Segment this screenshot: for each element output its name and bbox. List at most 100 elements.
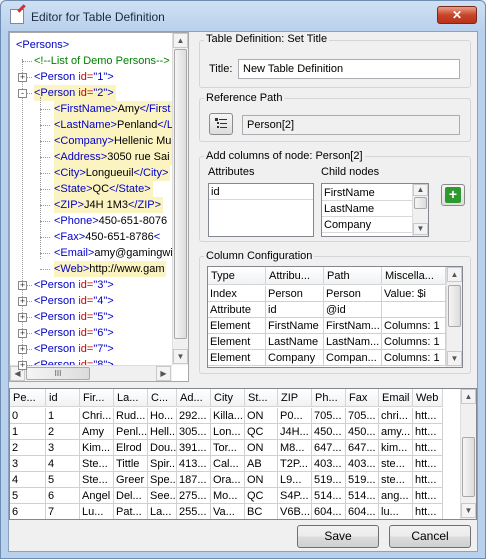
table-cell[interactable]: LastName [266,334,324,350]
title-input[interactable]: New Table Definition [238,59,460,79]
table-cell[interactable]: 4 [46,456,80,472]
table-cell[interactable]: ste... [379,456,413,472]
column-header[interactable]: Path [324,267,382,285]
scroll-up-icon[interactable]: ▲ [413,184,428,196]
close-button[interactable]: ✕ [437,6,477,24]
table-cell[interactable]: 1 [10,424,46,440]
table-cell[interactable]: See... [148,488,177,504]
table-cell[interactable]: 3 [46,440,80,456]
table-cell[interactable]: ON [245,408,278,424]
table-cell[interactable]: Kim... [80,440,114,456]
table-cell[interactable]: Spe... [148,472,177,488]
table-cell[interactable]: Mo... [211,488,245,504]
table-cell[interactable]: 187... [177,472,211,488]
column-header[interactable]: ZIP [278,389,312,407]
tree-node[interactable]: <Address>3050 rue Sai [54,149,172,165]
table-cell[interactable]: ste... [379,472,413,488]
table-cell[interactable]: 2 [10,440,46,456]
table-cell[interactable]: htt... [413,504,443,519]
table-cell[interactable]: La... [148,504,177,519]
column-config-scroll-thumb[interactable] [448,285,461,327]
column-header[interactable]: Fax [346,389,379,407]
column-header[interactable]: City [211,389,245,407]
tree-vscroll-thumb[interactable] [174,49,187,339]
table-cell[interactable]: 403... [346,456,379,472]
add-column-button[interactable]: + [441,184,465,206]
scroll-up-icon[interactable]: ▲ [447,267,462,282]
save-button[interactable]: Save [297,525,379,548]
table-cell[interactable]: lu... [379,504,413,519]
table-cell[interactable]: Columns: 1 [382,350,446,366]
table-cell[interactable]: P0... [278,408,312,424]
expand-icon[interactable]: + [18,281,27,290]
child-node-item[interactable]: FirstName [322,185,412,201]
child-nodes-scroll-thumb[interactable] [414,197,427,209]
table-cell[interactable]: Element [208,334,266,350]
table-cell[interactable]: Attribute [208,302,266,318]
tree-node[interactable]: <Persons> [16,37,71,53]
table-cell[interactable]: M8... [278,440,312,456]
tree-node[interactable]: <Person id="7"> [34,341,116,357]
tree-node[interactable]: <State>QC</State> [54,181,153,197]
column-header[interactable]: Attribu... [266,267,324,285]
table-cell[interactable]: 4 [10,472,46,488]
table-cell[interactable]: Cal... [211,456,245,472]
title-bar[interactable]: Editor for Table Definition ✕ [1,1,485,31]
tree-node[interactable]: <Email>amy@gamingwi [54,245,175,261]
table-cell[interactable]: Element [208,350,266,366]
table-cell[interactable]: Chri... [80,408,114,424]
table-cell[interactable]: 647... [346,440,379,456]
table-cell[interactable]: 1 [46,408,80,424]
table-cell[interactable]: kim... [379,440,413,456]
table-cell[interactable]: 0 [10,408,46,424]
column-config-grid[interactable]: Columns: 1 Compan... Company Element Columns… [207,266,463,368]
tree-node[interactable]: <FirstName>Amy</First [54,101,173,117]
tree-node[interactable]: <LastName>Penland</L [54,117,175,133]
child-node-item[interactable]: Company [322,217,412,233]
table-cell[interactable]: Elrod [114,440,148,456]
table-cell[interactable]: Ora... [211,472,245,488]
table-cell[interactable]: Va... [211,504,245,519]
tree-node[interactable]: <!--List of Demo Persons--> [34,53,172,69]
table-cell[interactable]: QC [245,488,278,504]
table-cell[interactable]: 604... [312,504,346,519]
table-cell[interactable]: 413... [177,456,211,472]
expand-icon[interactable]: + [18,73,27,82]
tree-vertical-scrollbar[interactable]: ▲ ▼ [172,33,188,365]
scroll-down-icon[interactable]: ▼ [413,223,428,235]
table-cell[interactable]: LastNam... [324,334,382,350]
table-cell[interactable]: Spir... [148,456,177,472]
table-cell[interactable]: htt... [413,472,443,488]
table-cell[interactable]: 450... [346,424,379,440]
table-cell[interactable]: J4H... [278,424,312,440]
table-cell[interactable]: 519... [312,472,346,488]
table-cell[interactable]: htt... [413,424,443,440]
scroll-up-icon[interactable]: ▲ [173,33,188,48]
tree-node[interactable]: <Person id="5"> [34,309,116,325]
column-config-scrollbar[interactable]: ▲ ▼ [446,267,462,367]
table-cell[interactable]: 403... [312,456,346,472]
preview-scroll-thumb[interactable] [462,437,475,497]
table-cell[interactable]: 705... [312,408,346,424]
table-cell[interactable]: 5 [10,488,46,504]
table-cell[interactable]: ON [245,472,278,488]
child-nodes-scrollbar[interactable]: ▲ ▼ [412,184,428,236]
table-cell[interactable]: 275... [177,488,211,504]
set-path-button[interactable] [209,113,233,135]
table-cell[interactable]: Index [208,286,266,302]
tree-node[interactable]: <Web>http://www.gam [54,261,167,277]
column-header[interactable]: Email [379,389,413,407]
table-cell[interactable]: 5 [46,472,80,488]
table-cell[interactable]: 6 [46,488,80,504]
table-cell[interactable]: 647... [312,440,346,456]
table-cell[interactable]: 255... [177,504,211,519]
table-cell[interactable]: 514... [346,488,379,504]
child-node-item[interactable]: LastName [322,201,412,217]
table-cell[interactable] [382,302,446,318]
column-header[interactable]: C... [148,389,177,407]
column-header[interactable]: Pe... [10,389,46,407]
vertical-splitter[interactable] [190,32,195,382]
table-cell[interactable]: 391... [177,440,211,456]
table-cell[interactable]: Columns: 1 [382,318,446,334]
expand-icon[interactable]: + [18,313,27,322]
